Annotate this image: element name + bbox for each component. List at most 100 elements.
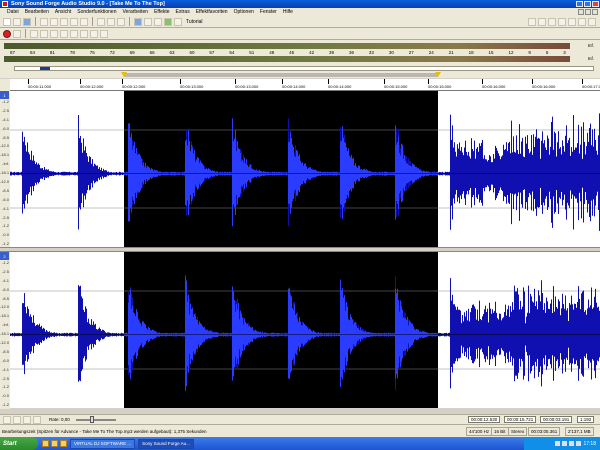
magnify-tool-icon[interactable] [154,17,162,26]
markers-icon[interactable] [578,18,586,26]
doc-restore-button[interactable] [585,9,591,15]
play-icon[interactable] [40,29,48,38]
mix-icon[interactable] [70,17,78,26]
maximize-button[interactable] [584,1,591,7]
play-icon[interactable] [13,415,21,424]
open-folder-icon[interactable] [13,17,21,26]
menu-ansicht[interactable]: Ansicht [55,9,71,15]
go-to-end-icon[interactable] [100,29,108,38]
toolbar-separator [25,29,26,38]
volume-icon[interactable] [576,441,582,446]
close-button[interactable] [592,1,599,7]
zoom-icon[interactable] [134,17,142,26]
record-icon[interactable] [3,29,11,38]
selection-end-marker[interactable] [435,72,441,77]
menu-datei[interactable]: Datei [7,9,19,15]
waveform-channel-1[interactable] [10,91,600,247]
redo-icon[interactable] [107,17,115,26]
taskbar-item-soundforge[interactable]: Sony Sound Forge Au... [138,438,194,449]
pause-icon[interactable] [50,29,58,38]
db-scale-label: -Inf. [2,161,9,167]
waveform-left[interactable] [10,91,600,247]
rate-slider[interactable] [75,415,116,423]
start-button[interactable]: Start [0,437,38,450]
ruler-tick: 00:00:16.000 [482,79,506,89]
tray-icon[interactable] [555,441,561,446]
tray-icon[interactable] [569,441,575,446]
time-ruler[interactable]: 00:00:11.000 00:00:12.000 00:00:12.000 00:0… [10,79,600,91]
ruler-tick: 00:00:16.000 [532,79,556,89]
save-icon[interactable] [23,17,31,26]
overview-position[interactable] [40,67,50,70]
tray-icon[interactable] [562,441,568,446]
repeat-icon[interactable] [117,17,125,26]
meter-scale-tick: 39 [329,50,335,55]
paste-icon[interactable] [60,17,68,26]
menu-sonderfunktionen[interactable]: Sonderfunktionen [77,9,116,15]
quick-launch-icon[interactable] [60,440,67,447]
new-file-icon[interactable] [3,17,11,26]
doc-minimize-button[interactable] [578,9,584,15]
quick-launch-icon[interactable] [51,440,58,447]
stop-icon[interactable] [60,29,68,38]
snap-icon[interactable] [558,18,566,26]
meter-scale-tick: 57 [209,50,215,55]
help-icon[interactable] [174,17,182,26]
minimize-button[interactable] [576,1,583,7]
go-to-end-icon[interactable] [33,415,41,424]
toolbar-separator [35,17,36,26]
waveform-right[interactable] [10,252,600,408]
taskbar-item-virtualdj[interactable]: VIRTUAL DJ SOFTWARE ... [70,438,136,449]
doc-close-button[interactable] [592,9,598,15]
pencil-icon[interactable] [528,18,536,26]
search-icon[interactable] [548,18,556,26]
play-all-icon[interactable] [30,29,38,38]
cut-icon[interactable] [40,17,48,26]
loop-icon[interactable] [13,29,21,38]
db-scale-label: -2.5 [2,268,9,274]
db-scale-label: -1.2 [2,402,9,408]
toolbar-separator [129,17,130,26]
selection-bar[interactable] [124,73,438,77]
rate-slider-thumb[interactable] [89,415,94,423]
overview-track[interactable] [14,66,594,71]
rewind-icon[interactable] [80,29,88,38]
meter-scale-tick: 81 [49,50,55,55]
db-scale-label: -12.0 [0,304,10,310]
menu-effektfavoriten[interactable]: Effektfavoriten [196,9,228,15]
menu-hilfe[interactable]: Hilfe [283,9,293,15]
go-to-start-icon[interactable] [70,29,78,38]
sample-rate[interactable]: 44'100 Hz [466,427,493,436]
meter-scale-tick: 60 [189,50,195,55]
bit-depth[interactable]: 16 Bit [491,427,509,436]
selection-region [124,91,438,247]
menu-bearbeiten[interactable]: Bearbeiten [25,9,49,15]
menu-effekte[interactable]: Effekte [154,9,169,15]
selection-start-marker[interactable] [121,72,127,77]
menu-optionen[interactable]: Optionen [234,9,254,15]
db-scale-label: -18.1 [0,331,10,337]
stop-icon[interactable] [23,415,31,424]
undo-icon[interactable] [97,17,105,26]
edit-tool-icon[interactable] [144,17,152,26]
envelope-icon[interactable] [538,18,546,26]
grid-icon[interactable] [568,18,576,26]
menu-verarbeiten[interactable]: Verarbeiten [122,9,148,15]
trim-icon[interactable] [80,17,88,26]
channel-mode[interactable]: Stereo [508,427,528,436]
tutorial-button[interactable]: Tutorial [186,19,203,25]
ruler-tick: 00:00:12.000 [80,79,104,89]
forward-icon[interactable] [90,29,98,38]
zoom-ratio[interactable]: 1:192 [577,416,595,423]
pencil-tool-icon[interactable] [164,17,172,26]
channel-1-label[interactable]: 1 [0,91,9,99]
quick-launch-icon[interactable] [42,440,49,447]
channel-2-label[interactable]: 2 [0,252,9,260]
menu-fenster[interactable]: Fenster [260,9,277,15]
db-scale-label: -6.0 [2,357,9,363]
waveform-channel-2[interactable] [10,252,600,408]
menu-extras[interactable]: Extras [176,9,190,15]
go-to-start-icon[interactable] [3,415,11,424]
copy-icon[interactable] [50,17,58,26]
regions-icon[interactable] [588,18,596,26]
